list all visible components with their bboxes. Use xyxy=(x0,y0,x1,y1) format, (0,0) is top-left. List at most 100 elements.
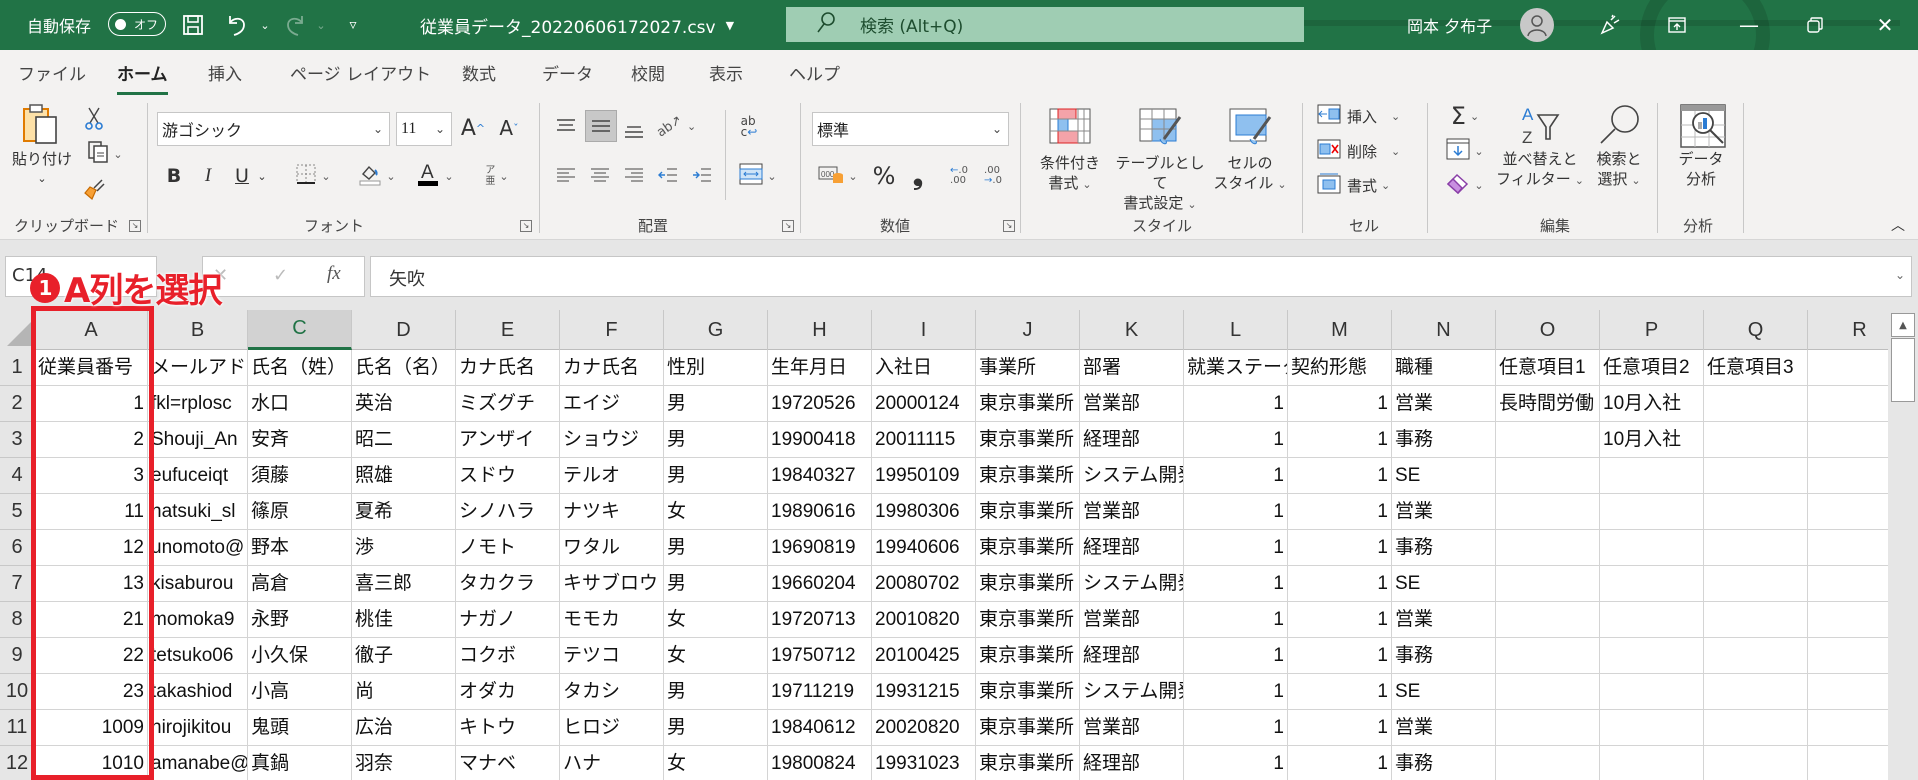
header-cell[interactable]: カナ氏名 xyxy=(560,350,664,386)
table-cell[interactable]: 男 xyxy=(664,530,768,566)
align-middle-icon[interactable] xyxy=(585,110,617,142)
redo-dropdown-icon[interactable]: ⌄ xyxy=(306,10,336,40)
table-cell[interactable]: アンザイ xyxy=(456,422,560,458)
table-cell[interactable]: hirojikitou xyxy=(148,710,248,746)
table-cell[interactable]: 営業 xyxy=(1392,494,1496,530)
autosum-button[interactable]: Σ ⌄ xyxy=(1440,102,1490,130)
font-color-button[interactable]: A ⌄ xyxy=(410,161,460,191)
table-cell[interactable]: 女 xyxy=(664,602,768,638)
table-cell[interactable]: 徹子 xyxy=(352,638,456,674)
table-cell[interactable]: 営業 xyxy=(1392,602,1496,638)
table-cell[interactable]: 1 xyxy=(1184,494,1288,530)
align-top-icon[interactable] xyxy=(552,112,580,140)
format-painter-icon[interactable] xyxy=(80,175,108,203)
row-header[interactable]: 1 xyxy=(0,350,35,386)
table-cell[interactable]: 1 xyxy=(1288,710,1392,746)
restore-icon[interactable] xyxy=(1790,0,1840,50)
table-cell[interactable] xyxy=(1600,602,1704,638)
column-header-a[interactable]: A xyxy=(35,310,148,350)
table-cell[interactable]: 小久保 xyxy=(248,638,352,674)
table-cell[interactable] xyxy=(1496,638,1600,674)
header-cell[interactable]: 就業ステータス xyxy=(1184,350,1288,386)
table-cell[interactable]: オダカ xyxy=(456,674,560,710)
table-cell[interactable]: 1 xyxy=(1184,458,1288,494)
table-cell[interactable]: Shouji_An xyxy=(148,422,248,458)
table-cell[interactable] xyxy=(1808,566,1888,602)
row-header[interactable]: 9 xyxy=(0,638,35,674)
table-cell[interactable]: 女 xyxy=(664,494,768,530)
table-cell[interactable]: 1 xyxy=(1288,422,1392,458)
row-header[interactable]: 6 xyxy=(0,530,35,566)
table-cell[interactable]: 19840612 xyxy=(768,710,872,746)
table-cell[interactable] xyxy=(1808,530,1888,566)
table-cell[interactable]: 1 xyxy=(1288,674,1392,710)
table-cell[interactable]: takashiod xyxy=(148,674,248,710)
font-launcher-icon[interactable]: ↘ xyxy=(520,220,532,232)
delete-cells-button[interactable]: 削除 ⌄ xyxy=(1317,137,1417,165)
table-cell[interactable]: momoka9 xyxy=(148,602,248,638)
table-cell[interactable]: 営業 xyxy=(1392,710,1496,746)
table-cell[interactable]: 20000124 xyxy=(872,386,976,422)
header-cell[interactable]: 契約形態 xyxy=(1288,350,1392,386)
table-cell[interactable]: 昭二 xyxy=(352,422,456,458)
table-cell[interactable]: tetsuko06 xyxy=(148,638,248,674)
table-cell[interactable]: ヒロジ xyxy=(560,710,664,746)
table-cell[interactable]: モモカ xyxy=(560,602,664,638)
vertical-scrollbar[interactable]: ▲ xyxy=(1888,310,1918,780)
table-cell[interactable]: 19750712 xyxy=(768,638,872,674)
table-cell[interactable]: 1 xyxy=(1184,386,1288,422)
table-cell[interactable]: 21 xyxy=(35,602,148,638)
table-cell[interactable]: 営業部 xyxy=(1080,602,1184,638)
table-cell[interactable] xyxy=(1704,458,1808,494)
undo-icon[interactable] xyxy=(222,10,252,40)
table-cell[interactable]: 10月入社 xyxy=(1600,386,1704,422)
table-cell[interactable]: ワタル xyxy=(560,530,664,566)
insert-cells-button[interactable]: 挿入 ⌄ xyxy=(1317,102,1417,130)
column-header-h[interactable]: H xyxy=(768,310,872,350)
column-header-r[interactable]: R xyxy=(1808,310,1888,350)
table-cell[interactable]: 真鍋 xyxy=(248,746,352,780)
table-cell[interactable] xyxy=(1808,602,1888,638)
table-cell[interactable]: 2 xyxy=(35,422,148,458)
table-cell[interactable]: 1 xyxy=(1184,674,1288,710)
header-cell[interactable]: 氏名（姓） xyxy=(248,350,352,386)
table-cell[interactable]: 10月入社 xyxy=(1600,422,1704,458)
table-cell[interactable]: 11 xyxy=(35,494,148,530)
table-cell[interactable]: 19980306 xyxy=(872,494,976,530)
save-icon[interactable] xyxy=(178,10,208,40)
tab-home[interactable]: ホーム xyxy=(117,60,168,96)
table-cell[interactable]: 1 xyxy=(1288,566,1392,602)
table-cell[interactable]: 1 xyxy=(1184,530,1288,566)
alignment-launcher-icon[interactable]: ↘ xyxy=(782,220,794,232)
table-cell[interactable] xyxy=(1600,494,1704,530)
table-cell[interactable]: 1010 xyxy=(35,746,148,780)
table-cell[interactable] xyxy=(1496,494,1600,530)
column-header-l[interactable]: L xyxy=(1184,310,1288,350)
table-cell[interactable]: 12 xyxy=(35,530,148,566)
table-cell[interactable] xyxy=(1704,674,1808,710)
bold-button[interactable]: B xyxy=(160,161,188,191)
table-cell[interactable]: 1 xyxy=(1288,458,1392,494)
table-cell[interactable]: 営業 xyxy=(1392,386,1496,422)
column-header-i[interactable]: I xyxy=(872,310,976,350)
table-cell[interactable]: 尚 xyxy=(352,674,456,710)
table-cell[interactable]: 東京事業所 xyxy=(976,602,1080,638)
spreadsheet-grid[interactable]: ABCDEFGHIJKLMNOPQR 1従業員番号メールアドレス氏名（姓）氏名（… xyxy=(0,310,1888,780)
table-cell[interactable]: コクボ xyxy=(456,638,560,674)
table-cell[interactable] xyxy=(1704,602,1808,638)
row-header[interactable]: 4 xyxy=(0,458,35,494)
table-cell[interactable]: タカクラ xyxy=(456,566,560,602)
table-cell[interactable] xyxy=(1704,422,1808,458)
table-cell[interactable] xyxy=(1600,638,1704,674)
column-header-o[interactable]: O xyxy=(1496,310,1600,350)
table-cell[interactable]: 19720713 xyxy=(768,602,872,638)
table-cell[interactable]: 19931023 xyxy=(872,746,976,780)
table-cell[interactable]: 東京事業所 xyxy=(976,638,1080,674)
header-cell[interactable]: 任意項目2 xyxy=(1600,350,1704,386)
table-cell[interactable]: ミズグチ xyxy=(456,386,560,422)
column-header-d[interactable]: D xyxy=(352,310,456,350)
table-cell[interactable]: 須藤 xyxy=(248,458,352,494)
table-cell[interactable]: 1 xyxy=(35,386,148,422)
align-left-icon[interactable] xyxy=(552,161,580,189)
table-cell[interactable]: natsuki_sl xyxy=(148,494,248,530)
